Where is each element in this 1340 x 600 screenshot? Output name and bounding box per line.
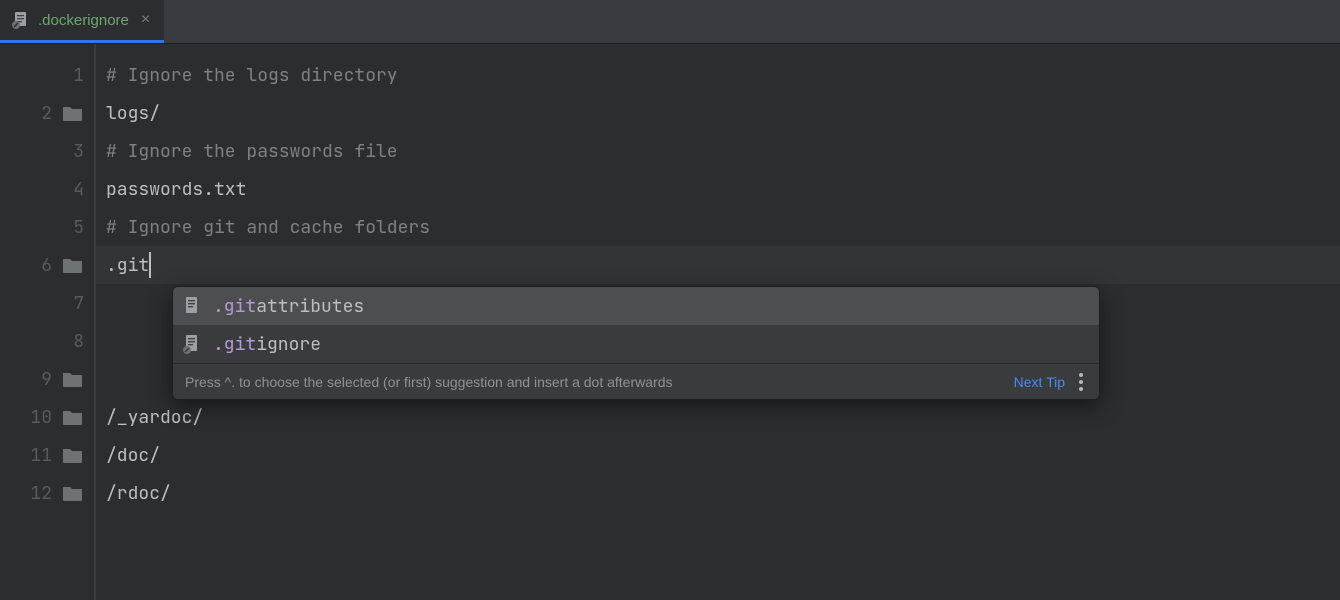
- completion-rest: ignore: [256, 333, 321, 356]
- gutter-line[interactable]: 9: [0, 360, 94, 398]
- gutter-line[interactable]: 2: [0, 94, 94, 132]
- completion-match: .git: [213, 333, 256, 356]
- completion-item[interactable]: .gitignore: [173, 325, 1099, 363]
- gutter-line[interactable]: 3: [0, 132, 94, 170]
- code-line[interactable]: /rdoc/: [96, 474, 1340, 512]
- folder-icon: [62, 484, 84, 502]
- code-line[interactable]: # Ignore the logs directory: [96, 56, 1340, 94]
- gutter-line[interactable]: 8: [0, 322, 94, 360]
- completion-tip-text: Press ^. to choose the selected (or firs…: [185, 374, 1004, 390]
- folder-icon: [62, 408, 84, 426]
- code-text: .git: [106, 254, 149, 277]
- gutter-line[interactable]: 7: [0, 284, 94, 322]
- line-number: 3: [58, 140, 84, 163]
- comment-text: # Ignore git and cache folders: [106, 216, 430, 239]
- line-number: 4: [58, 178, 84, 201]
- code-area[interactable]: # Ignore the logs directory logs/ # Ignore…: [96, 44, 1340, 600]
- comment-text: # Ignore the passwords file: [106, 140, 398, 163]
- folder-icon: [62, 104, 84, 122]
- gutter-line[interactable]: 11: [0, 436, 94, 474]
- code-line[interactable]: .git: [96, 246, 1340, 284]
- line-number: 10: [26, 406, 52, 429]
- completion-text: .gitattributes: [213, 295, 364, 318]
- file-with-badge-icon: [183, 334, 201, 354]
- line-number: 5: [58, 216, 84, 239]
- editor: 123456789101112 # Ignore the logs direct…: [0, 44, 1340, 600]
- completion-match: .git: [213, 295, 256, 318]
- code-text: /rdoc/: [106, 482, 171, 505]
- code-text: /doc/: [106, 444, 160, 467]
- completion-item[interactable]: .gitattributes: [173, 287, 1099, 325]
- gutter-line[interactable]: 12: [0, 474, 94, 512]
- line-number: 11: [26, 444, 52, 467]
- code-line[interactable]: /_yardoc/: [96, 398, 1340, 436]
- completion-footer: Press ^. to choose the selected (or firs…: [173, 363, 1099, 399]
- tab-label: .dockerignore: [38, 12, 129, 29]
- folder-icon: [62, 256, 84, 274]
- code-line[interactable]: # Ignore the passwords file: [96, 132, 1340, 170]
- comment-text: # Ignore the logs directory: [106, 64, 398, 87]
- tab-dockerignore[interactable]: .dockerignore ×: [0, 0, 164, 43]
- completion-popup: .gitattributes.gitignore Press ^. to cho…: [172, 286, 1100, 400]
- line-number: 9: [26, 368, 52, 391]
- gutter-line[interactable]: 4: [0, 170, 94, 208]
- completion-rest: attributes: [256, 295, 364, 318]
- gutter-line[interactable]: 6: [0, 246, 94, 284]
- next-tip-link[interactable]: Next Tip: [1014, 374, 1065, 390]
- code-line[interactable]: passwords.txt: [96, 170, 1340, 208]
- code-text: passwords.txt: [106, 178, 246, 201]
- code-line[interactable]: # Ignore git and cache folders: [96, 208, 1340, 246]
- file-with-badge-icon: [12, 11, 30, 29]
- code-line[interactable]: logs/: [96, 94, 1340, 132]
- code-text: logs/: [106, 102, 160, 125]
- gutter-line[interactable]: 10: [0, 398, 94, 436]
- gutter-line[interactable]: 1: [0, 56, 94, 94]
- gutter-line[interactable]: 5: [0, 208, 94, 246]
- folder-icon: [62, 446, 84, 464]
- line-number: 8: [58, 330, 84, 353]
- close-icon[interactable]: ×: [137, 11, 154, 29]
- line-number: 6: [26, 254, 52, 277]
- gutter: 123456789101112: [0, 44, 96, 600]
- tab-bar: .dockerignore ×: [0, 0, 1340, 44]
- code-line[interactable]: /doc/: [96, 436, 1340, 474]
- line-number: 7: [58, 292, 84, 315]
- kebab-menu-icon[interactable]: [1075, 369, 1087, 395]
- code-text: /_yardoc/: [106, 406, 203, 429]
- line-number: 1: [58, 64, 84, 87]
- file-icon: [183, 296, 201, 316]
- folder-icon: [62, 370, 84, 388]
- line-number: 2: [26, 102, 52, 125]
- completion-text: .gitignore: [213, 333, 321, 356]
- line-number: 12: [26, 482, 52, 505]
- text-cursor: [149, 252, 151, 278]
